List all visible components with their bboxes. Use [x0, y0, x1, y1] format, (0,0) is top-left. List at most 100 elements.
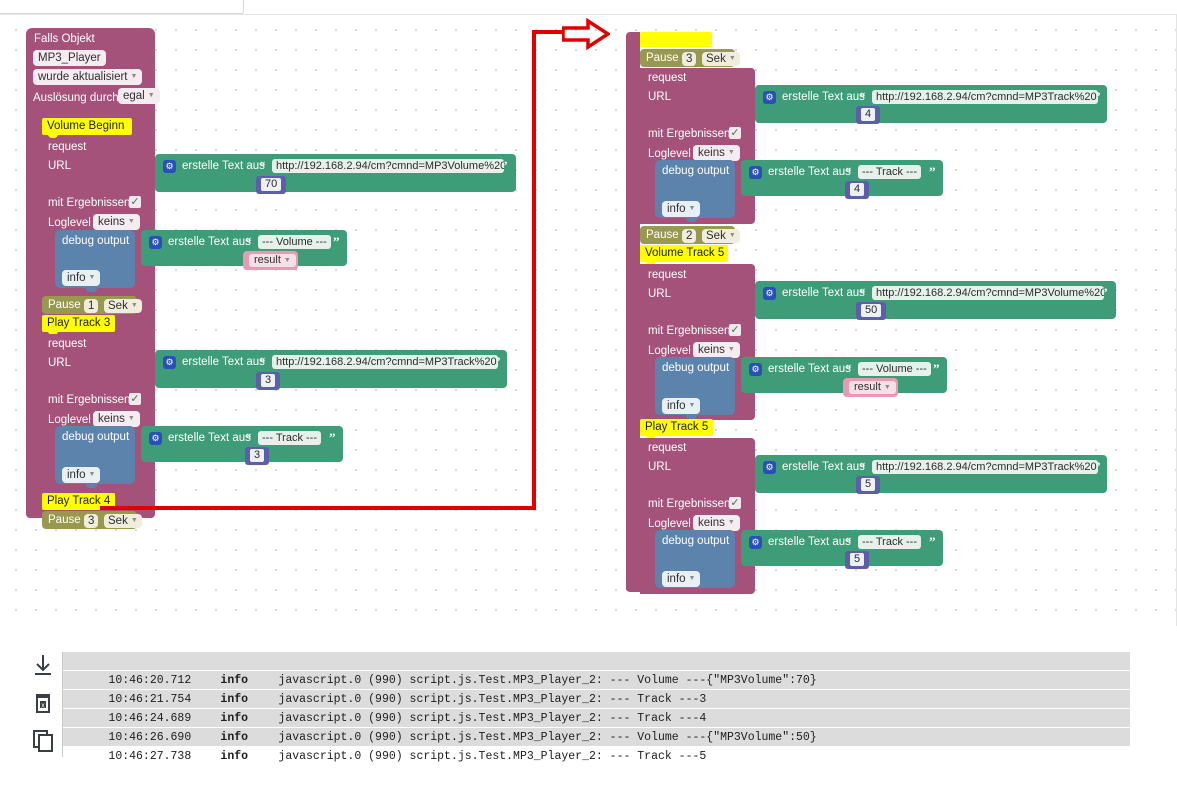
- left-hat-event-field[interactable]: wurde aktualisiert ▼: [33, 69, 143, 85]
- left-request2-results-checkbox[interactable]: ✓: [129, 393, 141, 405]
- right-pause2-unit-field[interactable]: Sek ▼: [702, 229, 740, 243]
- left-pause2-value-field[interactable]: 3: [84, 514, 99, 528]
- right-request3-debug-number-value[interactable]: 5: [850, 553, 865, 566]
- left-request1-debug-text-value[interactable]: --- Volume ---: [258, 235, 331, 249]
- left-comment-volume-beginn[interactable]: Volume Beginn: [42, 118, 132, 135]
- right-request1-loglevel-field[interactable]: keins ▼: [693, 145, 740, 161]
- left-pause1-unit-field[interactable]: Sek ▼: [104, 299, 142, 313]
- left-pause2-unit-field[interactable]: Sek ▼: [104, 514, 142, 528]
- chevron-down-icon: ▼: [130, 72, 138, 80]
- gear-icon[interactable]: ⚙: [163, 160, 176, 173]
- left-hat-trigger-field[interactable]: egal ▼: [118, 88, 160, 104]
- right-request3-debug-text-value[interactable]: --- Track ---: [858, 535, 921, 549]
- right-request1-results-checkbox[interactable]: ✓: [729, 127, 741, 139]
- right-request3-number-value[interactable]: 5: [861, 478, 876, 491]
- left-hat-object-field[interactable]: MP3_Player: [33, 50, 106, 66]
- gear-icon[interactable]: ⚙: [749, 363, 762, 376]
- right-request2-debug-result-block[interactable]: result ▼: [843, 378, 898, 397]
- right-request1-text-builder-label: erstelle Text aus: [782, 91, 865, 103]
- left-request2-number-value[interactable]: 3: [261, 374, 276, 387]
- chevron-down-icon: ▼: [688, 204, 696, 212]
- copy-icon[interactable]: [28, 725, 58, 755]
- left-request1-debug-text-builder-label: erstelle Text aus: [168, 236, 251, 248]
- left-request2-url-value[interactable]: http://192.168.2.94/cm?cmnd=MP3Track%20: [272, 355, 498, 369]
- right-request3-debug-severity-field[interactable]: info ▼: [662, 571, 701, 587]
- right-request1-title: request: [648, 72, 687, 84]
- right-request3-url-value[interactable]: http://192.168.2.94/cm?cmnd=MP3Track%20: [872, 460, 1098, 474]
- left-request2-debug-severity-field[interactable]: info ▼: [62, 467, 101, 483]
- right-arrow-icon: [561, 17, 612, 51]
- right-pause1-value-field[interactable]: 3: [682, 52, 697, 66]
- left-request2-debug-number-block[interactable]: 3: [245, 447, 269, 465]
- right-request2-debug-text-value[interactable]: --- Volume ---: [858, 362, 931, 376]
- right-request2-url-value[interactable]: http://192.168.2.94/cm?cmnd=MP3Volume%20: [872, 286, 1104, 300]
- right-request2-debug-severity-field[interactable]: info ▼: [662, 398, 701, 414]
- left-request2-number-block[interactable]: 3: [256, 372, 280, 390]
- left-request1-number-value[interactable]: 70: [261, 178, 282, 191]
- right-request1-debug-label: debug output: [662, 165, 730, 177]
- left-request1-number-block[interactable]: 70: [256, 176, 286, 194]
- left-request2-debug-severity-value: info: [67, 469, 86, 481]
- blockly-canvas[interactable]: Falls Objekt MP3_Player wurde aktualisie…: [0, 14, 1177, 626]
- quote-open-icon: “: [245, 234, 252, 249]
- right-request1-debug-number-value[interactable]: 4: [850, 183, 865, 196]
- right-request1-url-value[interactable]: http://192.168.2.94/cm?cmnd=MP3Track%20: [872, 90, 1098, 104]
- right-request2-number-value[interactable]: 50: [861, 304, 882, 317]
- gear-icon[interactable]: ⚙: [763, 287, 776, 300]
- canvas-top-edge: [0, 14, 1177, 15]
- right-request3-debug-number-block[interactable]: 5: [845, 551, 869, 569]
- right-comment-volume-track-5[interactable]: Volume Track 5: [640, 245, 728, 262]
- left-request1-debug-result-value: result: [254, 254, 281, 266]
- left-request1-debug-result-pill[interactable]: result ▼: [249, 254, 296, 267]
- left-request1-url-label: URL: [48, 160, 72, 172]
- left-comment-play-track-3[interactable]: Play Track 3: [42, 315, 115, 332]
- right-comment-play-track-5-label: Play Track 5: [645, 421, 709, 433]
- gear-icon[interactable]: ⚙: [749, 536, 762, 549]
- right-request2-number-block[interactable]: 50: [856, 302, 886, 320]
- log-list[interactable]: 10:46:20.712 info javascript.0 (990) scrip…: [62, 652, 1130, 763]
- gear-icon[interactable]: ⚙: [749, 166, 762, 179]
- left-pause1-unit: Sek: [108, 300, 128, 312]
- right-pause2-value: 2: [686, 230, 693, 242]
- delete-log-icon[interactable]: x: [28, 688, 58, 718]
- right-request1-debug-text-value[interactable]: --- Track ---: [858, 165, 921, 179]
- left-request1-url-value[interactable]: http://192.168.2.94/cm?cmnd=MP3Volume%20: [272, 159, 504, 173]
- right-request1-debug-severity-field[interactable]: info ▼: [662, 201, 701, 217]
- left-request1-results-checkbox[interactable]: ✓: [129, 196, 141, 208]
- left-pause1-value-field[interactable]: 1: [84, 299, 99, 313]
- left-request1-loglevel-field[interactable]: keins ▼: [93, 214, 140, 230]
- gear-icon[interactable]: ⚙: [163, 356, 176, 369]
- download-icon[interactable]: [28, 651, 58, 681]
- right-request3-debug-text-builder-label: erstelle Text aus: [768, 536, 851, 548]
- right-request2-loglevel-field[interactable]: keins ▼: [693, 342, 740, 358]
- right-request2-debug-result-pill[interactable]: result ▼: [849, 381, 896, 394]
- left-hat-event-value: wurde aktualisiert: [38, 71, 128, 83]
- right-request3-results-checkbox[interactable]: ✓: [729, 497, 741, 509]
- right-request3-number-block[interactable]: 5: [856, 476, 880, 494]
- left-request2-debug-number-value[interactable]: 3: [250, 449, 265, 462]
- gear-icon[interactable]: ⚙: [149, 236, 162, 249]
- right-comment-play-track-5[interactable]: Play Track 5: [640, 419, 713, 436]
- chevron-down-icon: ▼: [283, 257, 291, 264]
- chevron-down-icon: ▼: [727, 148, 735, 156]
- left-request2-debug-text-builder-label: erstelle Text aus: [168, 432, 251, 444]
- chevron-down-icon: ▼: [728, 231, 736, 239]
- left-request1-debug-result-block[interactable]: result ▼: [243, 251, 298, 270]
- log-row[interactable]: 10:46:20.712 info javascript.0 (990) scrip…: [63, 652, 1130, 687]
- right-pause2-value-field[interactable]: 2: [682, 229, 697, 243]
- right-request2-debug-text-builder-label: erstelle Text aus: [768, 363, 851, 375]
- left-request2-debug-text-value[interactable]: --- Track ---: [258, 431, 321, 445]
- right-request3-loglevel-field[interactable]: keins ▼: [693, 515, 740, 531]
- gear-icon[interactable]: ⚙: [763, 461, 776, 474]
- left-comment-volume-beginn-label: Volume Beginn: [47, 120, 125, 132]
- right-script-outer-body[interactable]: [626, 32, 640, 590]
- left-request2-loglevel-field[interactable]: keins ▼: [93, 411, 140, 427]
- gear-icon[interactable]: ⚙: [763, 91, 776, 104]
- right-request2-results-checkbox[interactable]: ✓: [729, 324, 741, 336]
- gear-icon[interactable]: ⚙: [149, 432, 162, 445]
- left-request1-debug-severity-field[interactable]: info ▼: [62, 270, 101, 286]
- right-request1-number-block[interactable]: 4: [856, 106, 880, 124]
- right-pause1-unit-field[interactable]: Sek ▼: [702, 52, 740, 66]
- right-request1-number-value[interactable]: 4: [861, 108, 876, 121]
- right-request1-debug-number-block[interactable]: 4: [845, 181, 869, 199]
